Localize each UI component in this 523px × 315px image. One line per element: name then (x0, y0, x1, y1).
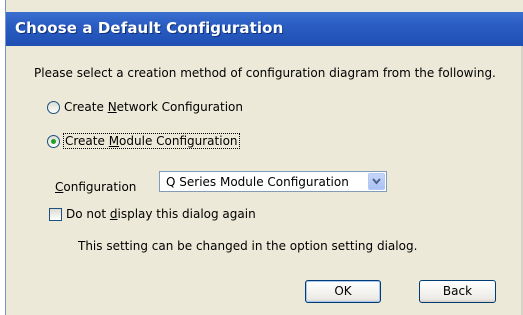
dont-display-label[interactable]: Do not display this dialog again (66, 207, 256, 221)
title-bar[interactable]: Choose a Default Configuration (6, 12, 523, 46)
back-button[interactable]: Back (419, 280, 496, 303)
prompt-text: Please select a creation method of confi… (34, 66, 496, 80)
radio-module-configuration[interactable]: Create Module Configuration (47, 133, 240, 149)
ok-button[interactable]: OK (305, 280, 381, 303)
radio-network-configuration[interactable]: Create Network Configuration (47, 100, 243, 114)
dialog-content: Please select a creation method of confi… (6, 46, 523, 315)
radio-module-icon[interactable] (47, 134, 60, 148)
dont-display-option[interactable]: Do not display this dialog again (49, 207, 256, 221)
radio-module-label[interactable]: Create Module Configuration (63, 133, 240, 149)
chevron-down-icon[interactable] (368, 173, 385, 190)
radio-network-label[interactable]: Create Network Configuration (64, 100, 243, 114)
configuration-select[interactable]: Q Series Module Configuration (159, 171, 387, 192)
radio-network-icon[interactable] (47, 100, 60, 114)
info-text: This setting can be changed in the optio… (78, 239, 418, 253)
dialog-title: Choose a Default Configuration (15, 19, 284, 37)
configuration-select-value: Q Series Module Configuration (166, 175, 349, 189)
dialog-window: Choose a Default Configuration Please se… (5, 0, 523, 315)
dont-display-checkbox[interactable] (49, 207, 62, 221)
configuration-label: Configuration (55, 180, 137, 194)
